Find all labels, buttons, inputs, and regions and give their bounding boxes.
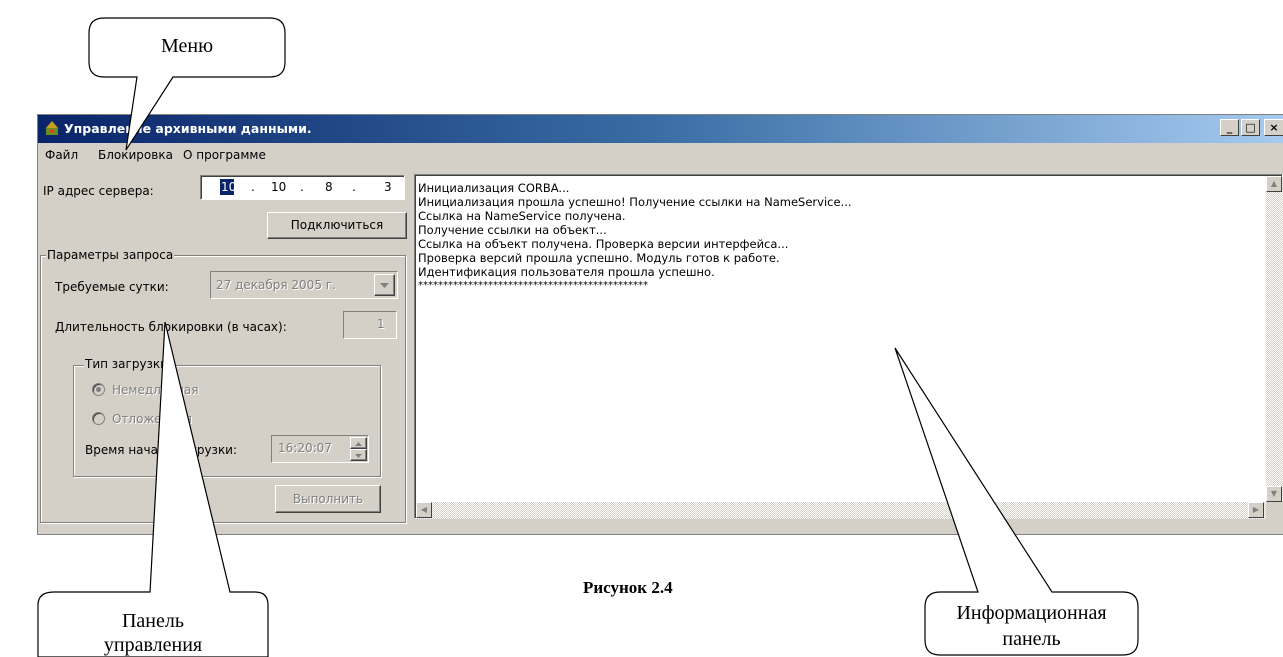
menu-callout-text: Меню	[160, 35, 214, 57]
info-panel-callout-line1: Информационная	[956, 602, 1107, 624]
control-panel-callout-bubble	[37, 321, 269, 657]
control-panel-callout-line2: управления	[103, 634, 203, 656]
annotation-callouts	[37, 17, 1139, 657]
figure-caption: Рисунок 2.4	[583, 578, 673, 597]
control-panel-callout-line1: Панель	[121, 610, 184, 632]
info-panel-callout-line2: панель	[1002, 628, 1061, 650]
